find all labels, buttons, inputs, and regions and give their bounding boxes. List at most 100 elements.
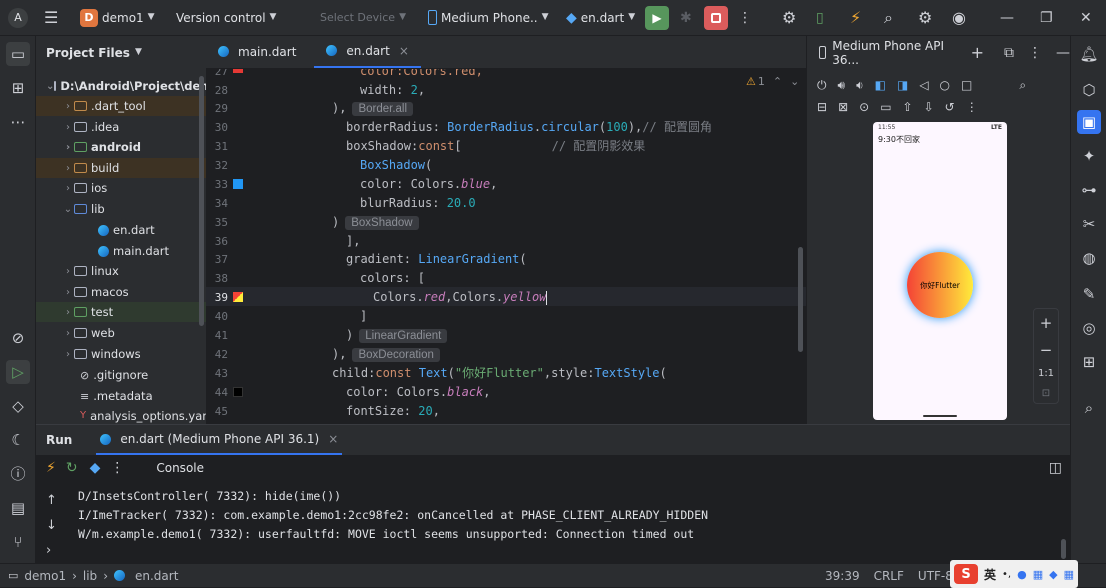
more-vertical-icon[interactable]: ⋮: [110, 461, 124, 475]
device-dropdown[interactable]: Medium Phone.. ▼: [428, 10, 549, 25]
color-swatch-black[interactable]: [233, 387, 243, 397]
console-scrollbar[interactable]: [1061, 539, 1066, 559]
devtools-icon[interactable]: ◆: [90, 461, 101, 475]
device-screen[interactable]: 11:55 LTE 9:30不回家 你好Flutter: [873, 122, 1007, 420]
reset-icon[interactable]: ↺: [945, 100, 955, 114]
tree-item-main-dart[interactable]: main.dart: [36, 241, 206, 261]
zoom-actual-label[interactable]: 1:1: [1038, 368, 1054, 379]
color-swatch-blue[interactable]: [233, 179, 243, 189]
editor-scrollbar[interactable]: [798, 247, 803, 352]
layout-inspector-icon[interactable]: ⊞: [1077, 350, 1101, 374]
code-editor[interactable]: 27 28 29 30 31 32 33 34 35 36 37 38 39 4…: [206, 69, 806, 424]
select-device-dropdown[interactable]: Select Device ▼: [320, 11, 406, 24]
hot-reload-button[interactable]: ⚡: [850, 9, 861, 26]
project-scrollbar[interactable]: [199, 76, 204, 326]
close-tab-icon[interactable]: ×: [328, 432, 338, 446]
color-swatch-gradient[interactable]: [233, 292, 243, 302]
arrow-up-icon[interactable]: ↑: [46, 493, 57, 508]
more-actions-button[interactable]: ⋮: [738, 11, 752, 25]
inspection-widget[interactable]: ⚠ 1 ⌃ ⌄: [746, 75, 799, 88]
debug-button[interactable]: ✱: [680, 11, 692, 25]
search-button[interactable]: ⌕: [884, 9, 893, 26]
close-window-button[interactable]: ✕: [1080, 11, 1092, 25]
project-panel-header[interactable]: Project Files ▼: [36, 36, 206, 69]
screen-inspect-icon[interactable]: ⌕: [1019, 78, 1026, 93]
tree-item-metadata[interactable]: ≡ .metadata: [36, 386, 206, 406]
hot-restart-icon[interactable]: ↻: [66, 461, 78, 475]
run-config-tab[interactable]: en.dart (Medium Phone API 36.1) ×: [96, 425, 343, 455]
chevron-right-icon[interactable]: ›: [46, 543, 57, 558]
rotate-left-icon[interactable]: ◧: [875, 78, 886, 93]
logcat-icon[interactable]: ☾: [6, 428, 30, 452]
tab-en-dart[interactable]: en.dart ×: [314, 35, 421, 68]
arrow-down-icon[interactable]: ↓: [46, 518, 57, 533]
rotate-right-icon[interactable]: ◨: [897, 78, 908, 93]
fold-icon[interactable]: ⊟: [817, 100, 827, 114]
device-manager-button[interactable]: ▯: [816, 11, 824, 25]
device-tab[interactable]: Medium Phone API 36... + ⧉ ⋮ —: [807, 36, 1070, 69]
structure-icon[interactable]: ⊞: [6, 76, 30, 100]
tree-item-linux[interactable]: › linux: [36, 261, 206, 281]
project-selector[interactable]: D demo1 ▼: [80, 8, 155, 27]
more-vertical-icon[interactable]: ⋮: [1028, 46, 1042, 60]
tree-item-gitignore[interactable]: ⊘ .gitignore: [36, 365, 206, 385]
tree-item-dart-tool[interactable]: › .dart_tool: [36, 96, 206, 116]
problems-icon[interactable]: ⓘ: [6, 462, 30, 486]
tree-item-test[interactable]: › test: [36, 302, 206, 322]
gradle-icon[interactable]: ⬡: [1077, 78, 1101, 102]
ime-toolbar[interactable]: S 英 •, ● ▦ ◆ ▦: [950, 560, 1078, 588]
file-encoding[interactable]: UTF-8: [918, 569, 953, 583]
snapshot-icon[interactable]: ⊠: [838, 100, 848, 114]
sdk-manager-button[interactable]: ⚙: [782, 9, 796, 26]
breadcrumb-project[interactable]: demo1: [24, 569, 66, 583]
overview-icon[interactable]: □: [961, 78, 972, 93]
settings-button[interactable]: ⚙: [918, 9, 932, 26]
chevron-up-icon[interactable]: ⌃: [773, 75, 782, 88]
build-icon[interactable]: ⊘: [6, 326, 30, 350]
lightning-icon[interactable]: ⚡: [46, 461, 56, 475]
tree-item-windows[interactable]: › windows: [36, 344, 206, 364]
record-icon[interactable]: ▭: [880, 100, 891, 114]
zoom-in-icon[interactable]: +: [1040, 314, 1053, 332]
gem-icon[interactable]: ◇: [6, 394, 30, 418]
gradient-circle[interactable]: 你好Flutter: [907, 252, 973, 318]
account-button[interactable]: ◉: [952, 9, 966, 26]
run-button[interactable]: ▶: [645, 5, 669, 30]
breadcrumb-file[interactable]: en.dart: [135, 569, 178, 583]
tree-root[interactable]: ⌄ D:\Android\Project\dem: [36, 76, 206, 96]
upload-icon[interactable]: ⇧: [903, 100, 913, 114]
tree-item-analysis-options[interactable]: Yanalysis_options.yaml: [36, 406, 206, 424]
back-icon[interactable]: ◁: [919, 78, 928, 93]
add-icon[interactable]: +: [971, 44, 984, 61]
inspect-icon[interactable]: ⌕: [1077, 396, 1101, 420]
tree-item-lib[interactable]: ⌄ lib: [36, 199, 206, 219]
power-icon[interactable]: ⏻: [817, 78, 827, 93]
palette-icon[interactable]: ◍: [1077, 246, 1101, 270]
tree-item-ios[interactable]: › ios: [36, 178, 206, 198]
restore-button[interactable]: ❐: [1040, 11, 1053, 25]
camera-icon[interactable]: ⊙: [859, 100, 869, 114]
tree-item-android[interactable]: › android: [36, 137, 206, 157]
stop-button[interactable]: [704, 5, 728, 30]
console-tab[interactable]: Console: [156, 461, 204, 475]
external-icon[interactable]: ⧉: [1004, 46, 1014, 60]
main-menu-button[interactable]: ☰: [44, 9, 58, 26]
minimize-button[interactable]: —: [1000, 11, 1014, 25]
zoom-fit-icon[interactable]: ⊡: [1042, 388, 1050, 399]
home-icon[interactable]: ○: [940, 78, 950, 93]
run-tab-title[interactable]: Run: [46, 433, 72, 447]
gemini-icon[interactable]: ✦: [1077, 144, 1101, 168]
running-devices-icon[interactable]: ▣: [1077, 110, 1101, 134]
tab-main-dart[interactable]: main.dart: [206, 35, 308, 68]
git-icon[interactable]: ⑂: [6, 530, 30, 554]
more-vertical-icon[interactable]: ⋮: [966, 100, 978, 114]
tree-item-en-dart[interactable]: en.dart: [36, 220, 206, 240]
layout-icon[interactable]: ◫: [1049, 461, 1062, 475]
download-icon[interactable]: ⇩: [924, 100, 934, 114]
color-swatch-red[interactable]: [233, 69, 243, 73]
tree-item-macos[interactable]: › macos: [36, 282, 206, 302]
run-tool-icon[interactable]: ▷: [6, 360, 30, 384]
breadcrumb-lib[interactable]: lib: [83, 569, 97, 583]
tree-item-build[interactable]: › build: [36, 158, 206, 178]
cursor-position[interactable]: 39:39: [825, 569, 860, 583]
